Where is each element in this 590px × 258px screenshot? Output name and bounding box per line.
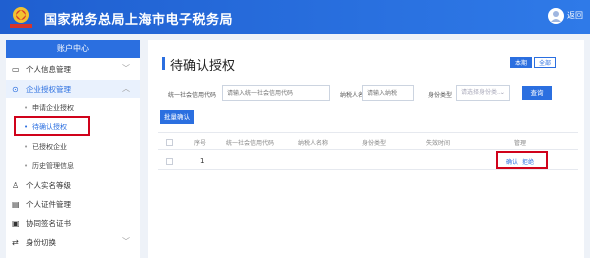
id-card-icon: ▭ bbox=[12, 65, 20, 74]
sidebar-item-realname-level[interactable]: ♙ 个人实名等级 bbox=[6, 176, 140, 194]
query-button[interactable]: 查询 bbox=[522, 86, 552, 100]
sidebar-subitem-label: 申请企业授权 bbox=[32, 104, 74, 112]
sidebar: 账户中心 ▭ 个人信息管理 ﹀ ⊙ 企业授权管理 ︿ • 申请企业授权 • 待确… bbox=[6, 40, 140, 258]
table-header-credit-code: 统一社会信用代码 bbox=[226, 140, 275, 147]
sidebar-item-label: 个人实名等级 bbox=[26, 181, 71, 190]
sidebar-subitem-history[interactable]: • 历史管理信息 bbox=[6, 156, 140, 174]
sidebar-title: 账户中心 bbox=[6, 40, 140, 58]
main-panel: 待确认授权 本期 全部 统一社会信用代码 纳税人名称 身份类型 请选择身份类..… bbox=[148, 40, 584, 258]
table-header-manage: 管理 bbox=[514, 140, 527, 147]
identity-type-value: 请选择身份类... bbox=[461, 89, 503, 96]
person-icon: ♙ bbox=[12, 181, 20, 190]
top-header: 国家税务总局上海市电子税务局 返回 bbox=[0, 0, 590, 34]
sidebar-item-label: 协同签名证书 bbox=[26, 219, 71, 228]
back-link[interactable]: 返回 bbox=[567, 10, 583, 21]
user-avatar-icon[interactable] bbox=[548, 8, 564, 24]
table-header-taxpayer-name: 纳税人名称 bbox=[298, 140, 329, 147]
table-top-border bbox=[158, 132, 578, 133]
highlight-box bbox=[496, 151, 548, 169]
table-header-divider bbox=[158, 149, 578, 150]
page-title: 待确认授权 bbox=[170, 59, 236, 74]
chevron-down-icon: ﹀ bbox=[122, 237, 130, 246]
sidebar-item-id-docs[interactable]: ▤ 个人证件管理 bbox=[6, 195, 140, 213]
sidebar-subitem-label: 历史管理信息 bbox=[32, 162, 74, 170]
select-all-checkbox[interactable] bbox=[166, 139, 173, 146]
signature-icon: ▣ bbox=[12, 219, 20, 228]
table-header-identity-type: 身份类型 bbox=[362, 140, 387, 147]
sidebar-subitem-authorized[interactable]: • 已授权企业 bbox=[6, 137, 140, 155]
site-title: 国家税务总局上海市电子税务局 bbox=[44, 13, 234, 28]
chevron-down-icon: ﹀ bbox=[122, 64, 130, 73]
sidebar-subitem-label: 已授权企业 bbox=[32, 143, 67, 151]
switch-icon: ⇄ bbox=[12, 238, 19, 247]
bullet-icon: • bbox=[24, 162, 29, 170]
title-accent bbox=[162, 57, 165, 70]
table-row-divider bbox=[158, 169, 578, 170]
sidebar-item-identity-switch[interactable]: ⇄ 身份切换 ﹀ bbox=[6, 233, 140, 251]
sidebar-item-label: 个人证件管理 bbox=[26, 200, 71, 209]
taxpayer-name-input[interactable] bbox=[362, 85, 414, 101]
credit-code-input[interactable] bbox=[222, 85, 330, 101]
batch-confirm-button[interactable]: 批量确认 bbox=[160, 110, 194, 124]
chevron-up-icon: ︿ bbox=[122, 84, 130, 93]
tab-current-period[interactable]: 本期 bbox=[510, 57, 532, 68]
table-header-index: 序号 bbox=[194, 140, 207, 147]
sidebar-item-label: 身份切换 bbox=[26, 238, 56, 247]
tax-emblem-icon bbox=[10, 7, 32, 28]
sidebar-item-enterprise-auth[interactable]: ⊙ 企业授权管理 ︿ bbox=[6, 80, 140, 98]
credit-code-label: 统一社会信用代码 bbox=[168, 92, 217, 99]
identity-type-select[interactable]: 请选择身份类... ⌄ bbox=[456, 85, 510, 101]
sidebar-subitem-apply-auth[interactable]: • 申请企业授权 bbox=[6, 98, 140, 116]
certificate-icon: ▤ bbox=[12, 200, 20, 209]
row-checkbox[interactable] bbox=[166, 158, 173, 165]
identity-type-label: 身份类型 bbox=[428, 92, 453, 99]
sidebar-item-cosign-cert[interactable]: ▣ 协同签名证书 bbox=[6, 214, 140, 232]
chevron-down-icon: ⌄ bbox=[499, 89, 505, 96]
sidebar-item-personal-info[interactable]: ▭ 个人信息管理 ﹀ bbox=[6, 60, 140, 78]
highlight-box bbox=[14, 116, 90, 136]
tab-all[interactable]: 全部 bbox=[534, 57, 556, 68]
bullet-icon: • bbox=[24, 143, 29, 151]
table-header-expire-time: 失效时间 bbox=[426, 140, 451, 147]
bullet-icon: • bbox=[24, 104, 29, 112]
check-circle-icon: ⊙ bbox=[12, 85, 19, 94]
sidebar-item-label: 个人信息管理 bbox=[26, 65, 71, 74]
table-row-index: 1 bbox=[200, 157, 205, 165]
sidebar-item-label: 企业授权管理 bbox=[26, 85, 71, 94]
